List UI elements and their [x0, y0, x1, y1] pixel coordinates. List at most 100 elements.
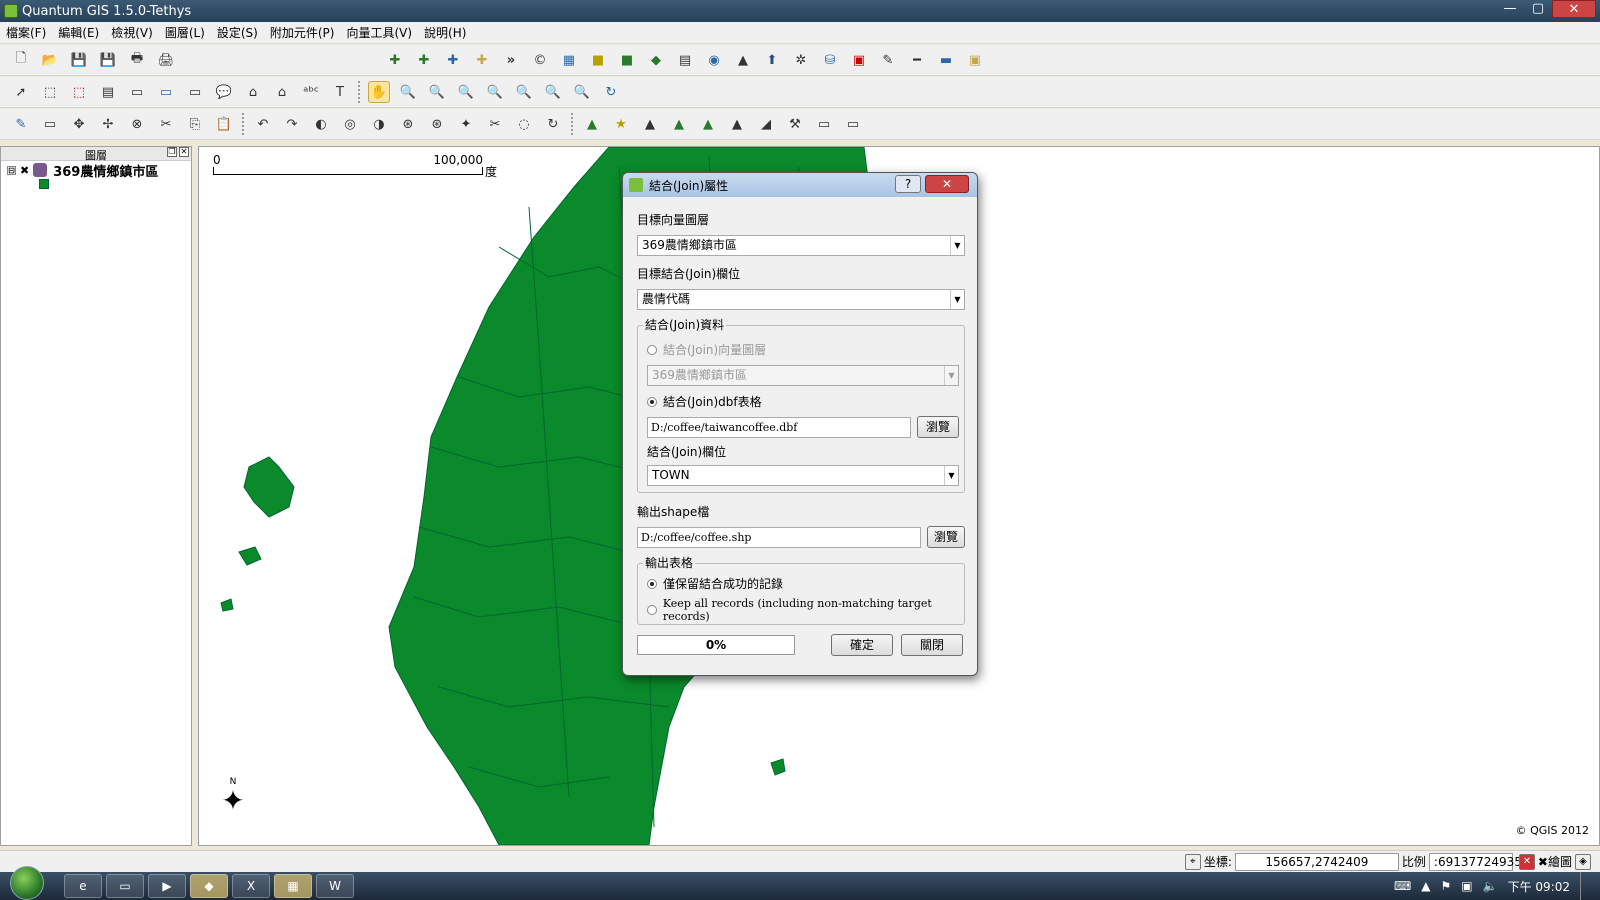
coordinate-icon[interactable]: ■ — [587, 49, 609, 71]
menu-settings[interactable]: 設定(S) — [211, 24, 264, 41]
show-bookmarks-icon[interactable]: ⌂ — [271, 81, 293, 103]
output-path-input[interactable]: D:/coffee/coffee.shp — [637, 527, 921, 548]
stop-render-icon[interactable]: ✕ — [1518, 853, 1535, 870]
delete-part-icon[interactable]: ⊛ — [426, 113, 448, 135]
raster-tool-icon[interactable]: ▲ — [726, 113, 748, 135]
histogram-icon[interactable]: ▲ — [732, 49, 754, 71]
save-edits-icon[interactable]: ▭ — [39, 113, 61, 135]
geoprocessing-icon[interactable]: ▲ — [581, 113, 603, 135]
add-ring-icon[interactable]: ◎ — [339, 113, 361, 135]
collapse-icon[interactable]: ⊟ — [7, 165, 16, 175]
add-raster-layer-icon[interactable]: ✚ — [413, 49, 435, 71]
simplify-feature-icon[interactable]: ◐ — [310, 113, 332, 135]
menu-help[interactable]: 說明(H) — [418, 24, 472, 41]
bookmark-icon[interactable]: ⌂ — [242, 81, 264, 103]
merge-features-icon[interactable]: ◌ — [513, 113, 535, 135]
media-taskbar-icon[interactable]: ▶ — [148, 874, 186, 898]
ie-taskbar-icon[interactable]: e — [64, 874, 102, 898]
menu-view[interactable]: 檢視(V) — [105, 24, 159, 41]
zoom-selection-icon[interactable]: 🔍 — [484, 81, 506, 103]
reshape-features-icon[interactable]: ✦ — [455, 113, 477, 135]
coordinate-capture-icon[interactable]: ⌖ — [1184, 853, 1201, 870]
start-button-icon[interactable] — [10, 866, 44, 900]
keyboard-icon[interactable]: ⌨ — [1394, 879, 1411, 893]
measure-area-icon[interactable]: ▭ — [155, 81, 177, 103]
scale-value[interactable]: :69137724935 — [1428, 852, 1522, 871]
clock[interactable]: 下午 09:02 — [1508, 878, 1570, 895]
identify-icon[interactable]: ➚ — [10, 81, 32, 103]
layer-item[interactable]: ⊟ ✖ 369農情鄉鎮市區 — [1, 161, 191, 180]
dialog-close-button[interactable]: ✕ — [925, 175, 969, 193]
join-vector-radio[interactable]: 結合(Join)向量圖層 — [647, 341, 766, 358]
save-as-icon[interactable]: 💾 — [97, 49, 119, 71]
render-checkbox-icon[interactable]: ✖ — [1538, 855, 1548, 869]
network-icon[interactable]: ▣ — [1461, 879, 1472, 893]
open-project-icon[interactable]: 📂 — [39, 49, 61, 71]
target-layer-select[interactable]: 369農情鄉鎮市區 ▼ — [637, 235, 965, 256]
close-dialog-button[interactable]: 關閉 — [901, 634, 963, 656]
browse-output-button[interactable]: 瀏覽 — [927, 526, 965, 548]
projection-icon[interactable]: ◈ — [1575, 853, 1591, 870]
deselect-icon[interactable]: ⬚ — [68, 81, 90, 103]
add-vector-layer-icon[interactable]: ✚ — [384, 49, 406, 71]
star-tool-icon[interactable]: ★ — [610, 113, 632, 135]
menu-vector-tools[interactable]: 向量工具(V) — [340, 24, 418, 41]
join-dbf-radio[interactable]: 結合(Join)dbf表格 — [647, 393, 762, 410]
edit-icon[interactable]: ✎ — [877, 49, 899, 71]
zoom-out-icon[interactable]: 🔍 — [426, 81, 448, 103]
gps-icon[interactable]: ✲ — [790, 49, 812, 71]
keep-matched-radio[interactable]: 僅保留結合成功的記錄 — [647, 575, 783, 592]
copy-features-icon[interactable]: ⎘ — [184, 113, 206, 135]
toggle-editing-icon[interactable]: ✎ — [10, 113, 32, 135]
float-panel-icon[interactable]: ❐ — [167, 147, 177, 157]
pan-icon[interactable]: ✋ — [368, 81, 390, 103]
word-taskbar-icon[interactable]: W — [316, 874, 354, 898]
zoom-layer-icon[interactable]: 🔍 — [513, 81, 535, 103]
maximize-button[interactable]: ▢ — [1524, 0, 1552, 18]
close-window-button[interactable]: ✕ — [1552, 0, 1596, 18]
label-icon[interactable]: ᵃᵇᶜ — [300, 81, 322, 103]
zoom-next-icon[interactable]: 🔍 — [571, 81, 593, 103]
vector-join-icon[interactable]: ▲ — [668, 113, 690, 135]
undo-icon[interactable]: ↶ — [252, 113, 274, 135]
paste-features-icon[interactable]: 📋 — [213, 113, 235, 135]
zoom-last-icon[interactable]: 🔍 — [542, 81, 564, 103]
layout-icon[interactable]: ▭ — [813, 113, 835, 135]
tools-icon[interactable]: ⚒ — [784, 113, 806, 135]
keep-all-radio[interactable]: Keep all records (including non-matching… — [647, 597, 977, 623]
plugin-icon[interactable]: ◆ — [645, 49, 667, 71]
select-icon[interactable]: ⬚ — [39, 81, 61, 103]
print-icon[interactable]: 🖨 — [155, 49, 177, 71]
layer-visibility-checkbox[interactable]: ✖ — [20, 164, 29, 177]
new-shapefile-icon[interactable]: ✚ — [471, 49, 493, 71]
minimize-button[interactable]: — — [1496, 0, 1524, 18]
excel-taskbar-icon[interactable]: X — [232, 874, 270, 898]
pdf-icon[interactable]: ▣ — [848, 49, 870, 71]
text-annotation-icon[interactable]: T — [329, 81, 351, 103]
export-map-icon[interactable]: ▭ — [842, 113, 864, 135]
node-tool-icon[interactable]: ✢ — [97, 113, 119, 135]
zoom-in-icon[interactable]: 🔍 — [397, 81, 419, 103]
join-field-select[interactable]: TOWN ▼ — [647, 465, 959, 486]
bus-icon[interactable]: ▬ — [935, 49, 957, 71]
scale-icon[interactable]: ━ — [906, 49, 928, 71]
attribute-table-icon[interactable]: ▤ — [97, 81, 119, 103]
map-tips-icon[interactable]: 💬 — [213, 81, 235, 103]
add-part-icon[interactable]: ◑ — [368, 113, 390, 135]
ok-button[interactable]: 確定 — [831, 634, 893, 656]
tray-expand-icon[interactable]: ▲ — [1421, 879, 1430, 893]
dbf-path-input[interactable]: D:/coffee/taiwancoffee.dbf — [647, 417, 911, 438]
globe-icon[interactable]: ◉ — [703, 49, 725, 71]
database-icon[interactable]: ⛁ — [819, 49, 841, 71]
menu-edit[interactable]: 編輯(E) — [52, 24, 105, 41]
menu-layer[interactable]: 圖層(L) — [159, 24, 211, 41]
paint-taskbar-icon[interactable]: ▦ — [274, 874, 312, 898]
delete-ring-icon[interactable]: ⊛ — [397, 113, 419, 135]
explorer-taskbar-icon[interactable]: ▭ — [106, 874, 144, 898]
analysis-tool-icon[interactable]: ▲ — [639, 113, 661, 135]
redo-icon[interactable]: ↷ — [281, 113, 303, 135]
measure-angle-icon[interactable]: ▭ — [184, 81, 206, 103]
print-composer-icon[interactable]: 🖶 — [126, 49, 148, 71]
copyright-icon[interactable]: © — [529, 49, 551, 71]
volume-icon[interactable]: 🔈 — [1483, 879, 1498, 893]
